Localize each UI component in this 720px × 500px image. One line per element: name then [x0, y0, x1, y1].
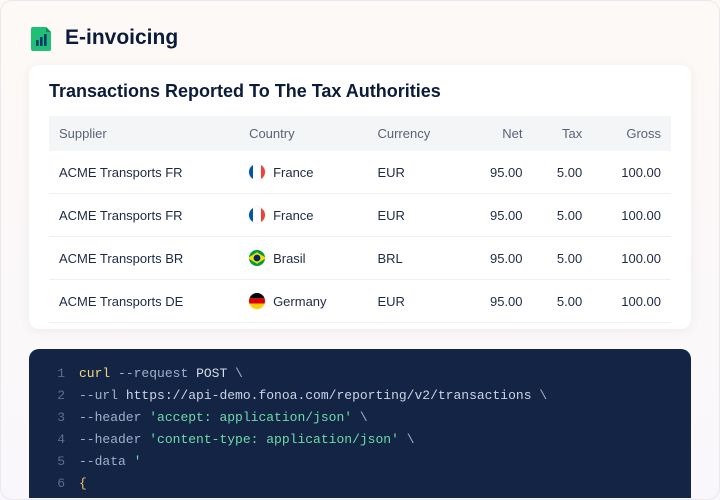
code-line: 5 --data '	[29, 451, 691, 473]
transactions-table: Supplier Country Currency Net Tax Gross …	[49, 116, 671, 323]
cell-tax: 5.00	[533, 194, 593, 237]
cell-supplier: ACME Transports BR	[49, 237, 239, 280]
code-content: --header 'accept: application/json' \	[79, 407, 368, 429]
cell-tax: 5.00	[533, 237, 593, 280]
cell-country: Brasil	[239, 237, 367, 280]
line-number: 4	[43, 429, 65, 451]
flag-fr-icon	[249, 164, 265, 180]
col-country: Country	[239, 116, 367, 151]
code-block: 1 curl --request POST \ 2 --url https://api…	[29, 349, 691, 498]
flag-br-icon	[249, 250, 265, 266]
code-content: {	[79, 473, 87, 495]
document-chart-icon	[29, 25, 55, 51]
cell-tax: 5.00	[533, 151, 593, 194]
country-name: Brasil	[273, 251, 306, 266]
table-row[interactable]: ACME Transports FR France EUR95.005.00100.…	[49, 151, 671, 194]
table-header-row: Supplier Country Currency Net Tax Gross	[49, 116, 671, 151]
cell-gross: 100.00	[592, 237, 671, 280]
line-number: 2	[43, 385, 65, 407]
line-number: 3	[43, 407, 65, 429]
code-line: 3 --header 'accept: application/json' \	[29, 407, 691, 429]
cell-currency: EUR	[367, 194, 463, 237]
card-title: Transactions Reported To The Tax Authori…	[49, 81, 671, 102]
cell-currency: BRL	[367, 237, 463, 280]
table-row[interactable]: ACME Transports FR France EUR95.005.00100.…	[49, 194, 671, 237]
cell-tax: 5.00	[533, 280, 593, 323]
cell-country: Germany	[239, 280, 367, 323]
col-tax: Tax	[533, 116, 593, 151]
code-content: --data '	[79, 451, 141, 473]
code-content: --header 'content-type: application/json…	[79, 429, 415, 451]
cell-country: France	[239, 151, 367, 194]
col-gross: Gross	[592, 116, 671, 151]
col-net: Net	[463, 116, 532, 151]
line-number: 5	[43, 451, 65, 473]
cell-net: 95.00	[463, 194, 532, 237]
flag-de-icon	[249, 293, 265, 309]
country-name: France	[273, 208, 313, 223]
table-row[interactable]: ACME Transports BR Brasil BRL95.005.00100.…	[49, 237, 671, 280]
cell-currency: EUR	[367, 280, 463, 323]
cell-currency: EUR	[367, 151, 463, 194]
cell-supplier: ACME Transports DE	[49, 280, 239, 323]
code-content: curl --request POST \	[79, 363, 243, 385]
table-row[interactable]: ACME Transports DE Germany EUR95.005.00100…	[49, 280, 671, 323]
line-number: 1	[43, 363, 65, 385]
line-number: 6	[43, 473, 65, 495]
cell-gross: 100.00	[592, 280, 671, 323]
code-content: --url https://api-demo.fonoa.com/reporti…	[79, 385, 547, 407]
cell-net: 95.00	[463, 151, 532, 194]
flag-fr-icon	[249, 207, 265, 223]
cell-net: 95.00	[463, 280, 532, 323]
cell-country: France	[239, 194, 367, 237]
cell-gross: 100.00	[592, 151, 671, 194]
cell-supplier: ACME Transports FR	[49, 151, 239, 194]
col-currency: Currency	[367, 116, 463, 151]
code-line: 6{	[29, 473, 691, 495]
cell-supplier: ACME Transports FR	[49, 194, 239, 237]
code-line: 4 --header 'content-type: application/jso…	[29, 429, 691, 451]
page-title: E-invoicing	[65, 26, 178, 50]
code-line: 2 --url https://api-demo.fonoa.com/report…	[29, 385, 691, 407]
country-name: France	[273, 165, 313, 180]
country-name: Germany	[273, 294, 326, 309]
cell-net: 95.00	[463, 237, 532, 280]
header: E-invoicing	[1, 1, 719, 65]
col-supplier: Supplier	[49, 116, 239, 151]
cell-gross: 100.00	[592, 194, 671, 237]
code-line: 1 curl --request POST \	[29, 363, 691, 385]
transactions-card: Transactions Reported To The Tax Authori…	[29, 65, 691, 329]
